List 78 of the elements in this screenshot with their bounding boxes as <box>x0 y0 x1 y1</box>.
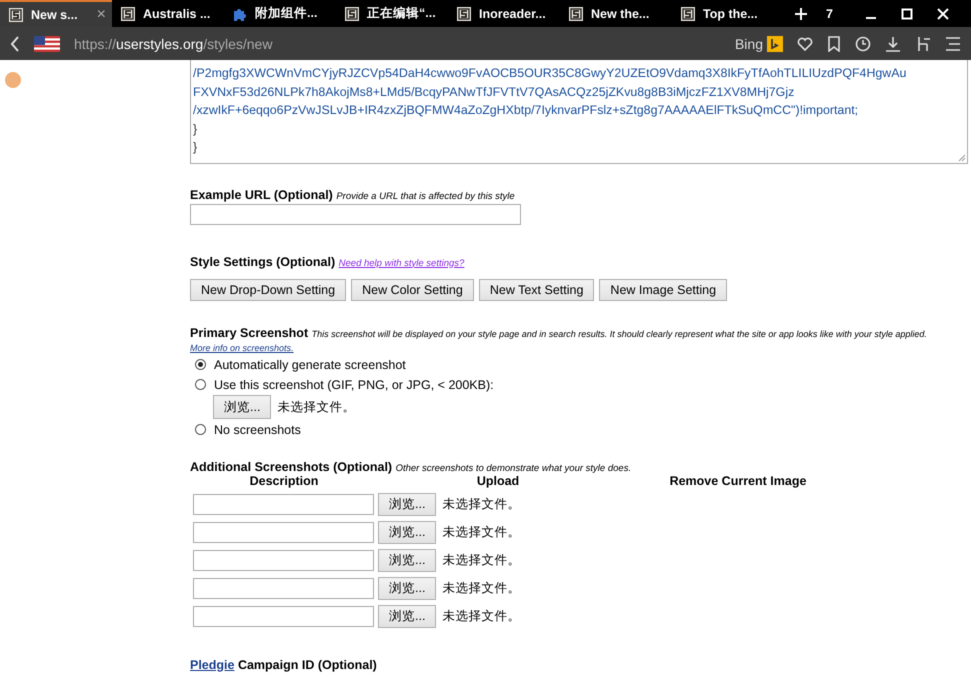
code-line: /P2mgfg3XWCWnVmCYjyRJZCVp54DaH4cwwo9FvAOCB5OUR35C8GwyY2UZEtO9Vdamq3X8IkFyTfAohTLILIUzdPQF4HgwAu <box>193 65 908 82</box>
search-engine-label[interactable]: Bing <box>734 36 763 52</box>
radio-button[interactable] <box>195 359 206 370</box>
download-icon[interactable] <box>885 36 901 52</box>
description-field[interactable] <box>193 550 374 570</box>
radio-button[interactable] <box>195 379 206 390</box>
browser-tab[interactable]: 正在编辑“... <box>336 0 448 27</box>
site-icon <box>121 6 135 20</box>
menu-icon[interactable] <box>945 36 961 52</box>
browser-tab[interactable]: Australis ... <box>112 0 224 27</box>
description-field[interactable] <box>193 578 374 598</box>
file-status: 未选择文件。 <box>277 398 356 416</box>
site-icon <box>681 6 695 20</box>
bing-icon[interactable] <box>767 36 783 52</box>
setting-button[interactable]: New Drop-Down Setting <box>190 278 346 300</box>
browser-tab[interactable]: New the... <box>560 0 672 27</box>
clock-icon[interactable] <box>855 36 871 52</box>
file-status: 未选择文件。 <box>442 496 520 512</box>
tab-count[interactable]: 7 <box>826 6 833 20</box>
code-textarea[interactable] <box>190 60 968 164</box>
maximize-icon[interactable] <box>901 8 913 20</box>
pledgie-link[interactable]: Pledgie <box>190 658 234 672</box>
help-link[interactable]: Need help with style settings? <box>338 258 464 268</box>
setting-button[interactable]: New Text Setting <box>478 278 594 300</box>
section-description: Primary Screenshot This screenshot will be displayed on your style page and in search results. It should clearly represent what the site or app looks like with your style applied. More info on screenshots. <box>190 326 928 354</box>
code-line: /xzwIkF+6eqqo6PzVwJSLvJB+IR4zxZjBQFMW4aZoZgHXbtp/7IyknvarPFslz+sZtg8g7AAAAAElFTkSuQmCC")!important; <box>193 102 860 119</box>
field-hint: Provide a URL that is affected by this style <box>336 190 515 202</box>
new-tab-icon[interactable] <box>794 6 808 20</box>
file-status: 未选择文件。 <box>442 524 520 540</box>
close-icon[interactable]: × <box>96 6 106 24</box>
info-link[interactable]: More info on screenshots. <box>190 342 294 352</box>
browser-tab[interactable]: Inoreader... <box>448 0 560 27</box>
site-icon <box>9 8 23 22</box>
browser-tab[interactable]: Top the... <box>672 0 784 27</box>
radio-label: Automatically generate screenshot <box>214 358 406 372</box>
site-icon <box>345 6 359 20</box>
browse-button[interactable]: 浏览... <box>213 395 272 419</box>
description-field[interactable] <box>193 522 374 542</box>
resize-grip-icon[interactable] <box>958 154 966 162</box>
browse-button[interactable]: 浏览... <box>378 604 436 628</box>
url-field[interactable]: https://userstyles.org/styles/new <box>74 36 721 52</box>
back-icon[interactable] <box>10 36 20 52</box>
browse-button[interactable]: 浏览... <box>378 520 436 544</box>
column-header: Description <box>248 474 320 488</box>
bookmark-icon[interactable] <box>827 36 841 52</box>
section-label: Style Settings (Optional) <box>190 254 336 268</box>
puzzle-icon <box>233 6 247 20</box>
code-line: } <box>193 120 198 138</box>
setting-button[interactable]: New Color Setting <box>351 278 474 300</box>
radio-button[interactable] <box>195 424 206 435</box>
browser-tab[interactable]: New s... × <box>0 0 112 27</box>
file-status: 未选择文件。 <box>442 608 520 624</box>
code-line: } <box>193 139 198 156</box>
column-header: Remove Current Image <box>668 474 808 488</box>
section-hint: Other screenshots to demonstrate what your style does. <box>396 462 632 474</box>
flag-icon <box>34 36 60 52</box>
browser-tab[interactable]: 附加组件... <box>224 0 336 27</box>
description-field[interactable] <box>193 606 374 626</box>
radio-label: Use this screenshot (GIF, PNG, or JPG, < 200KB): <box>214 378 494 392</box>
description-field[interactable] <box>193 494 374 514</box>
field-label: Campaign ID (Optional) <box>238 658 377 672</box>
status-dot <box>5 72 21 88</box>
site-icon <box>569 6 583 20</box>
section-label: Additional Screenshots (Optional) <box>190 460 392 474</box>
browse-button[interactable]: 浏览... <box>378 548 436 572</box>
code-line: FXVNxF53d26NLPk7h8AkojMs8+LMd5/BcqyPANwTfJFVTtV7QAsACQz25jZKvu8g8B3iMjczFZ1XV8MHj7Gjz <box>193 84 796 101</box>
site-icon <box>457 6 471 20</box>
file-status: 未选择文件。 <box>442 552 520 568</box>
file-status: 未选择文件。 <box>442 580 520 596</box>
input-field[interactable] <box>190 204 521 224</box>
browse-button[interactable]: 浏览... <box>378 492 436 516</box>
browse-button[interactable]: 浏览... <box>378 576 436 600</box>
setting-button[interactable]: New Image Setting <box>599 278 728 300</box>
close-icon[interactable] <box>937 8 949 20</box>
heart-icon[interactable] <box>797 36 813 52</box>
column-header: Upload <box>476 474 520 488</box>
field-label: Example URL (Optional) <box>190 188 333 202</box>
radio-label: No screenshots <box>214 422 301 436</box>
